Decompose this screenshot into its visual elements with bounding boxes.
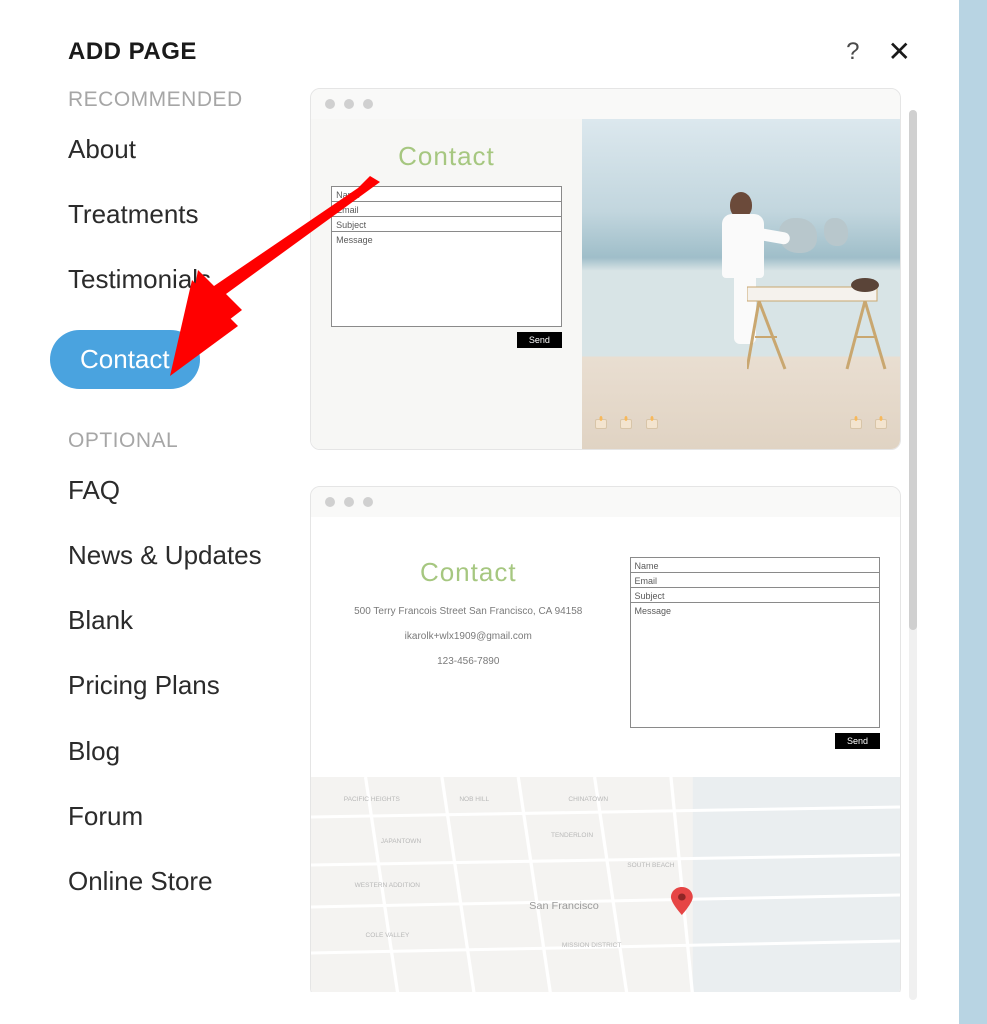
- template1-heading: Contact: [398, 141, 495, 172]
- browser-dot-icon: [363, 99, 373, 109]
- modal-header: ADD PAGE ? ✕: [0, 38, 959, 66]
- browser-dot-icon: [344, 99, 354, 109]
- template1-form: Name Email Subject Message Send: [331, 186, 562, 348]
- contact-address: 500 Terry Francois Street San Francisco,…: [331, 606, 606, 617]
- candle-icon: [620, 419, 632, 429]
- spa-scene-illustration: [582, 119, 900, 449]
- candle-icon: [646, 419, 658, 429]
- sidebar-item-blog[interactable]: Blog: [68, 736, 294, 767]
- send-button: Send: [835, 733, 880, 749]
- close-icon[interactable]: ✕: [888, 38, 911, 66]
- sidebar-item-forum[interactable]: Forum: [68, 801, 294, 832]
- send-button: Send: [517, 332, 562, 348]
- svg-text:JAPANTOWN: JAPANTOWN: [381, 838, 422, 845]
- form-field-message: Message: [331, 231, 562, 327]
- svg-text:NOB HILL: NOB HILL: [459, 796, 489, 803]
- map-city-label: San Francisco: [529, 901, 599, 912]
- svg-text:MISSION DISTRICT: MISSION DISTRICT: [562, 942, 622, 949]
- sidebar-item-pricing-plans[interactable]: Pricing Plans: [68, 670, 294, 701]
- svg-text:PACIFIC HEIGHTS: PACIFIC HEIGHTS: [344, 796, 400, 803]
- svg-text:TENDERLOIN: TENDERLOIN: [551, 832, 594, 839]
- svg-text:CHINATOWN: CHINATOWN: [568, 796, 608, 803]
- sidebar-item-blank[interactable]: Blank: [68, 605, 294, 636]
- add-page-modal: ADD PAGE ? ✕ RECOMMENDED About Treatment…: [0, 0, 959, 1024]
- template-preview-1[interactable]: Contact Name Email Subject Message Send: [310, 88, 901, 450]
- svg-text:SOUTH BEACH: SOUTH BEACH: [627, 862, 675, 869]
- rock-icon: [824, 218, 848, 246]
- sidebar-item-online-store[interactable]: Online Store: [68, 866, 294, 897]
- form-field-email: Email: [630, 572, 881, 588]
- sidebar-item-faq[interactable]: FAQ: [68, 475, 294, 506]
- candle-icon: [850, 419, 862, 429]
- template-previews: Contact Name Email Subject Message Send: [310, 88, 959, 992]
- modal-content: RECOMMENDED About Treatments Testimonial…: [0, 66, 959, 992]
- browser-chrome: [311, 487, 900, 517]
- form-field-message: Message: [630, 602, 881, 728]
- section-label-recommended: RECOMMENDED: [68, 88, 294, 112]
- candle-icon: [595, 419, 607, 429]
- sidebar: RECOMMENDED About Treatments Testimonial…: [0, 88, 310, 992]
- form-field-email: Email: [331, 201, 562, 217]
- map-illustration: PACIFIC HEIGHTS NOB HILL CHINATOWN JAPAN…: [311, 777, 900, 992]
- browser-dot-icon: [344, 497, 354, 507]
- contact-email: ikarolk+wlx1909@gmail.com: [331, 631, 606, 642]
- right-edge-scrollbar-area: [959, 0, 987, 1024]
- modal-title: ADD PAGE: [68, 38, 197, 66]
- scrollbar-thumb[interactable]: [909, 110, 917, 630]
- template2-heading: Contact: [331, 557, 606, 588]
- template2-map: PACIFIC HEIGHTS NOB HILL CHINATOWN JAPAN…: [311, 777, 900, 992]
- sidebar-item-testimonials[interactable]: Testimonials: [68, 264, 294, 295]
- form-field-name: Name: [331, 186, 562, 202]
- sidebar-item-about[interactable]: About: [68, 134, 294, 165]
- template-preview-2[interactable]: Contact 500 Terry Francois Street San Fr…: [310, 486, 901, 992]
- contact-phone: 123-456-7890: [331, 656, 606, 667]
- help-icon[interactable]: ?: [846, 38, 859, 66]
- template2-info-panel: Contact 500 Terry Francois Street San Fr…: [331, 557, 606, 749]
- form-field-subject: Subject: [331, 216, 562, 232]
- form-field-name: Name: [630, 557, 881, 573]
- svg-text:COLE VALLEY: COLE VALLEY: [366, 932, 411, 939]
- template1-image: [582, 119, 900, 449]
- browser-chrome: [311, 89, 900, 119]
- template2-top: Contact 500 Terry Francois Street San Fr…: [311, 517, 900, 777]
- massage-table-icon: [747, 277, 897, 377]
- sidebar-item-treatments[interactable]: Treatments: [68, 199, 294, 230]
- browser-dot-icon: [325, 99, 335, 109]
- header-actions: ? ✕: [846, 38, 911, 66]
- candle-icon: [875, 419, 887, 429]
- browser-dot-icon: [363, 497, 373, 507]
- preview-scrollbar[interactable]: [909, 110, 917, 1000]
- template2-form: Name Email Subject Message Send: [630, 557, 881, 749]
- template2-body: Contact 500 Terry Francois Street San Fr…: [311, 517, 900, 992]
- section-label-optional: OPTIONAL: [68, 429, 294, 453]
- template1-body: Contact Name Email Subject Message Send: [311, 119, 900, 449]
- sidebar-item-news-updates[interactable]: News & Updates: [68, 540, 294, 571]
- sidebar-item-contact[interactable]: Contact: [50, 330, 200, 389]
- form-field-subject: Subject: [630, 587, 881, 603]
- browser-dot-icon: [325, 497, 335, 507]
- template1-form-panel: Contact Name Email Subject Message Send: [311, 119, 582, 449]
- svg-text:WESTERN ADDITION: WESTERN ADDITION: [355, 882, 421, 889]
